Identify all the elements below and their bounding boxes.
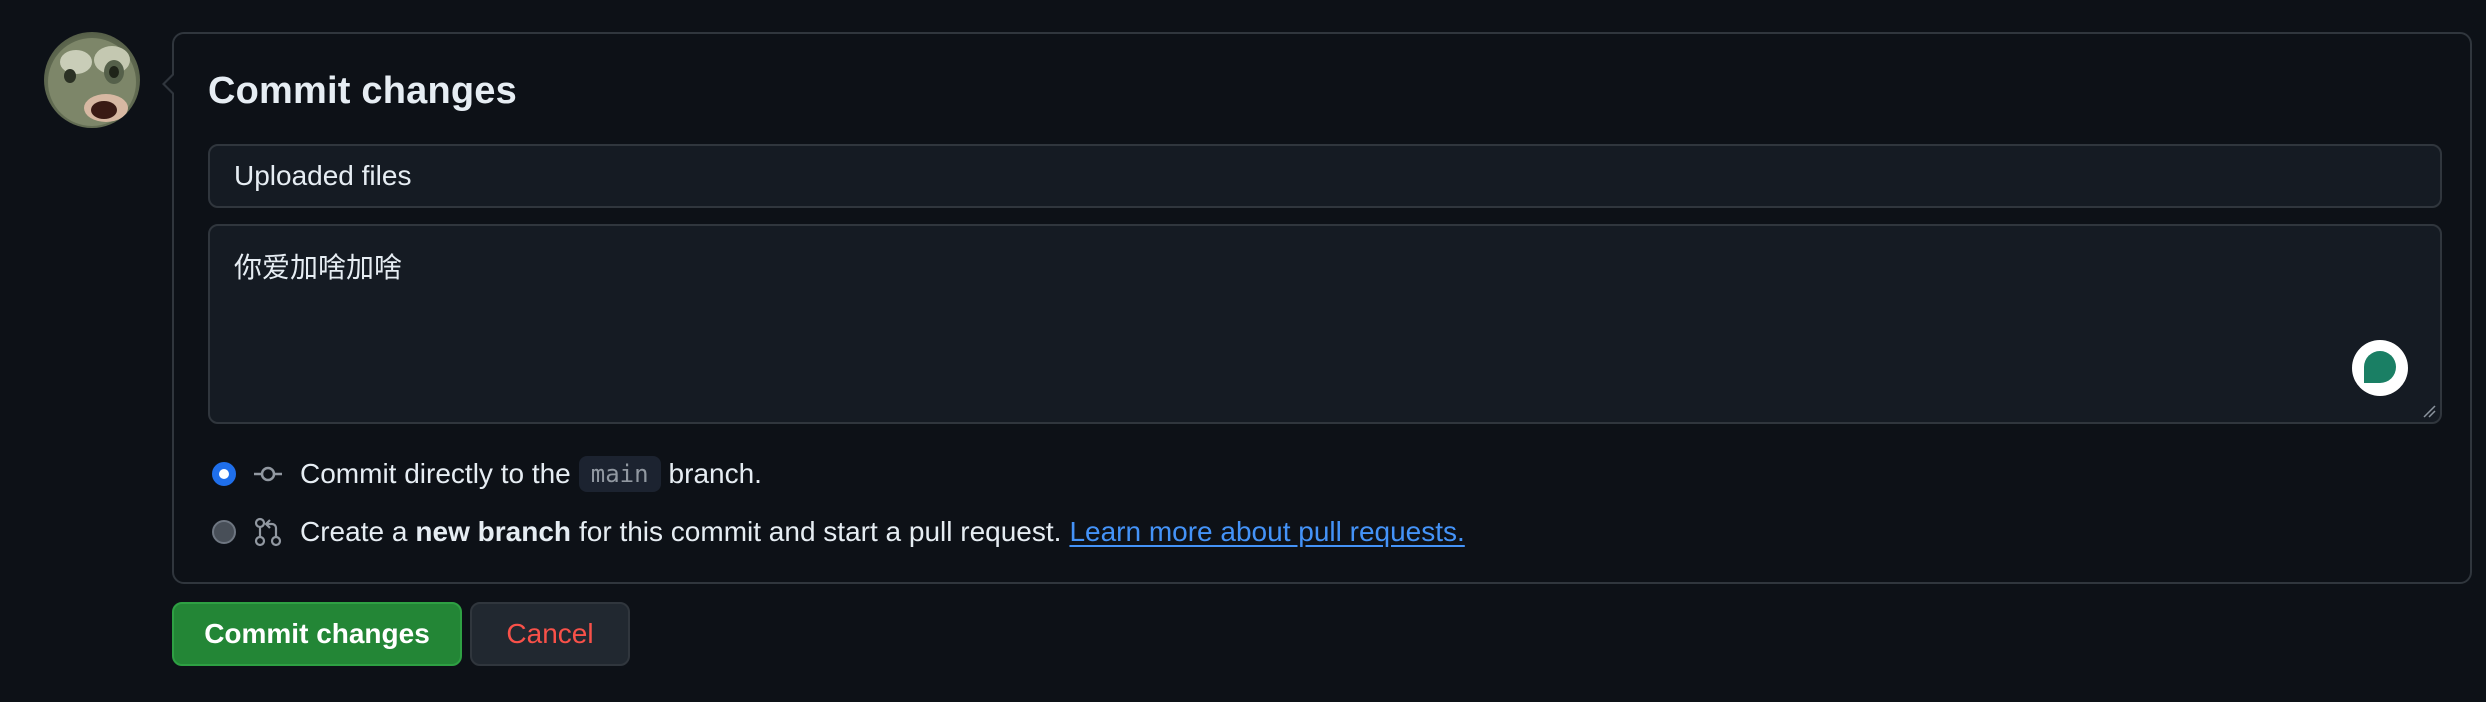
avatar[interactable] xyxy=(44,32,140,128)
commit-summary-input[interactable] xyxy=(208,144,2442,208)
commit-direct-prefix: Commit directly to the xyxy=(300,458,571,489)
git-commit-icon xyxy=(254,466,282,482)
new-branch-middle: for this commit and start a pull request… xyxy=(579,516,1062,547)
panel-title: Commit changes xyxy=(208,70,517,112)
new-branch-prefix: Create a xyxy=(300,516,408,547)
commit-description-text: 你爱加啥加啥 xyxy=(234,251,403,284)
new-branch-radio[interactable] xyxy=(212,520,236,544)
avatar-image xyxy=(48,38,136,126)
branch-name-pill: main xyxy=(578,456,661,492)
commit-direct-option[interactable]: Commit directly to the main branch. xyxy=(212,454,762,494)
cancel-button[interactable]: Cancel xyxy=(470,602,630,666)
resize-handle-icon[interactable] xyxy=(2422,404,2436,418)
commit-changes-button[interactable]: Commit changes xyxy=(172,602,462,666)
commit-panel: Commit changes 你爱加啥加啥 Commit directly to… xyxy=(162,32,2472,584)
commit-direct-radio[interactable] xyxy=(212,462,236,486)
commit-direct-suffix: branch. xyxy=(668,458,762,489)
panel-caret xyxy=(162,72,175,96)
commit-page: Commit changes 你爱加啥加啥 Commit directly to… xyxy=(0,0,2486,702)
learn-more-link[interactable]: Learn more about pull requests. xyxy=(1069,516,1464,548)
chat-assistant-icon[interactable] xyxy=(2350,338,2410,398)
new-branch-option[interactable]: Create a new branch for this commit and … xyxy=(212,512,1465,552)
commit-description-textarea[interactable]: 你爱加啥加啥 xyxy=(208,224,2442,424)
git-pull-request-icon xyxy=(254,517,282,547)
new-branch-bold: new branch xyxy=(415,516,571,547)
